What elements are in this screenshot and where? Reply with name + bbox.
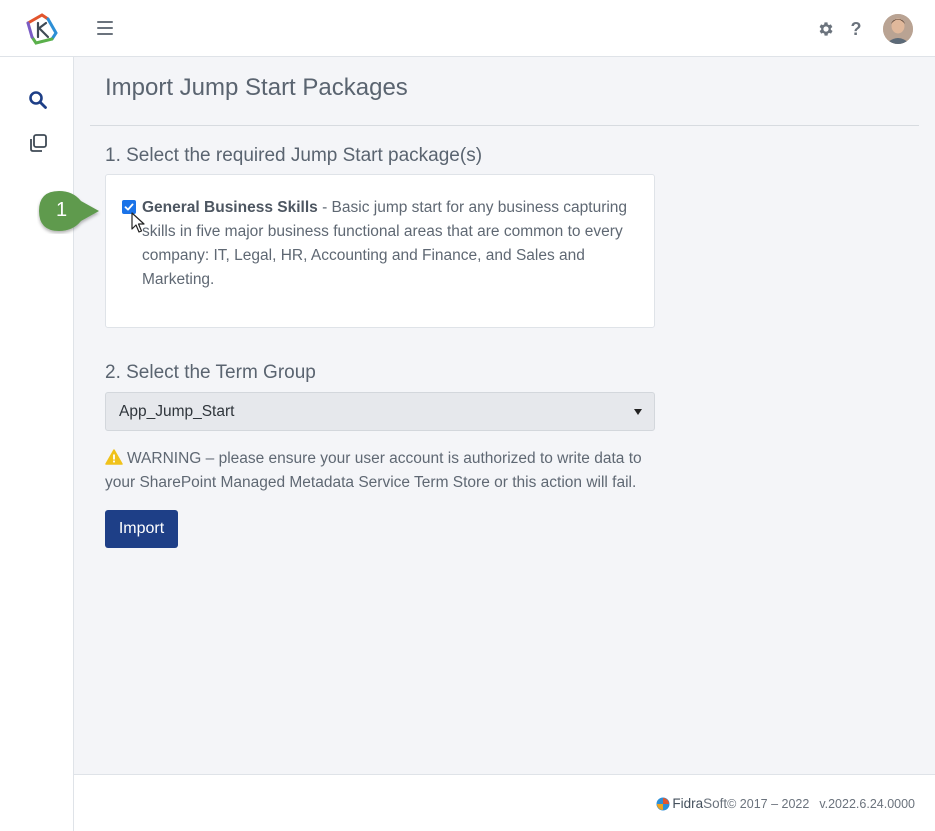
term-group-value: App_Jump_Start: [119, 403, 235, 420]
warning-text: WARNING – please ensure your user accoun…: [105, 450, 642, 491]
help-icon[interactable]: ?: [847, 20, 865, 38]
menu-toggle-icon[interactable]: [96, 19, 114, 37]
header-actions: ?: [817, 14, 913, 44]
avatar[interactable]: [883, 14, 913, 44]
copy-icon[interactable]: [27, 132, 49, 154]
import-button[interactable]: Import: [105, 510, 178, 548]
step1-title: 1. Select the required Jump Start packag…: [105, 145, 483, 166]
package-name: General Business Skills: [142, 199, 318, 216]
step-badge-label: 1: [56, 199, 68, 221]
warning-icon: [105, 449, 123, 465]
copyright-text: © 2017 – 2022: [727, 796, 810, 811]
top-bar: ?: [0, 0, 935, 57]
divider: [90, 125, 919, 126]
sidebar: [0, 57, 74, 831]
brand-name-light: Soft: [703, 796, 728, 811]
package-card: General Business Skills - Basic jump sta…: [105, 174, 655, 328]
gear-icon[interactable]: [817, 20, 835, 38]
step2-title: 2. Select the Term Group: [105, 362, 316, 383]
search-icon[interactable]: [27, 89, 49, 111]
footer-info: Fidra Soft © 2017 – 2022 v.2022.6.24.0000: [656, 796, 915, 811]
brand-name-bold: Fidra: [672, 796, 704, 811]
footer: Fidra Soft © 2017 – 2022 v.2022.6.24.0000: [74, 774, 935, 831]
mouse-cursor-icon: [131, 212, 145, 233]
fidrasoft-logo-icon: [656, 797, 670, 810]
app-logo-icon[interactable]: [22, 9, 62, 49]
package-description: General Business Skills - Basic jump sta…: [142, 196, 642, 292]
version-text: v.2022.6.24.0000: [819, 796, 915, 811]
term-group-select[interactable]: App_Jump_Start: [105, 392, 655, 431]
page-title: Import Jump Start Packages: [105, 74, 408, 101]
warning-message: WARNING – please ensure your user accoun…: [105, 447, 665, 495]
caret-down-icon: [634, 409, 642, 415]
main-content: Import Jump Start Packages 1. Select the…: [74, 57, 935, 774]
